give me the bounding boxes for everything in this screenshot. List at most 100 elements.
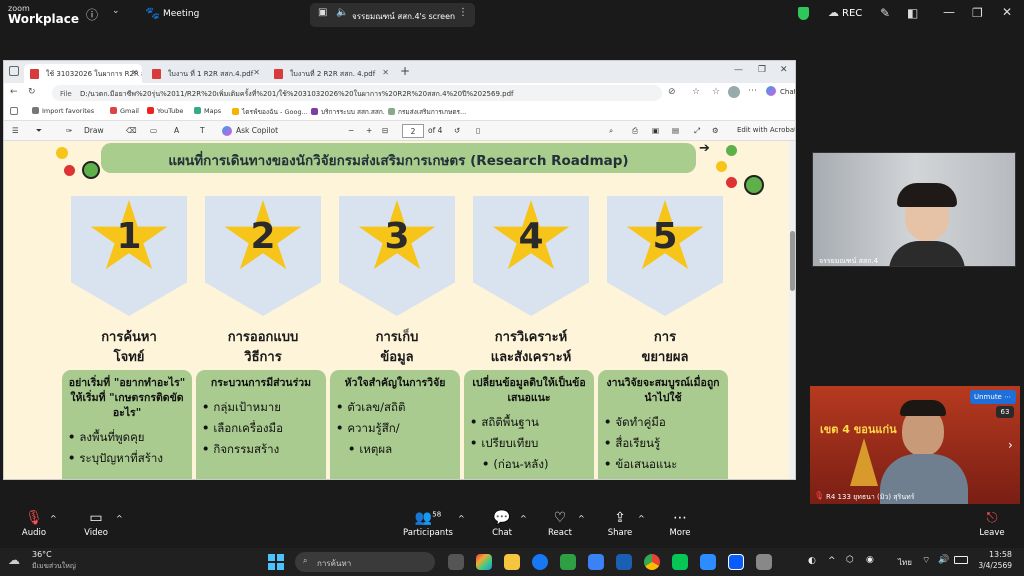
fav-youtube[interactable]: YouTube bbox=[147, 107, 183, 115]
tab-actions-icon[interactable] bbox=[9, 66, 19, 76]
chevron-up-icon[interactable]: ^ bbox=[458, 514, 465, 523]
task-view-icon[interactable] bbox=[448, 554, 464, 570]
ask-copilot-button[interactable]: Ask Copilot bbox=[236, 126, 278, 135]
draw-icon[interactable]: ✑ bbox=[66, 126, 72, 135]
meeting-label[interactable]: Meeting bbox=[163, 9, 199, 19]
chevron-up-icon[interactable]: ^ bbox=[50, 514, 57, 523]
print-icon[interactable]: ⎙ bbox=[632, 126, 638, 136]
app-icon[interactable] bbox=[756, 554, 772, 570]
battery-icon[interactable] bbox=[954, 556, 968, 564]
fullscreen-icon[interactable]: ⤢ bbox=[694, 126, 700, 136]
close-icon[interactable]: ✕ bbox=[131, 68, 138, 77]
unmute-button[interactable]: Unmute ⋯ bbox=[970, 390, 1016, 404]
fav-gmail[interactable]: Gmail bbox=[110, 107, 139, 115]
copilot-chat-button[interactable]: Chat bbox=[780, 88, 795, 96]
clock-date[interactable]: 3/4/2569 bbox=[970, 561, 1012, 570]
collections-icon[interactable]: ☆ bbox=[712, 87, 720, 97]
settings-icon[interactable]: ⚙ bbox=[712, 126, 719, 135]
tab-2[interactable]: ใบงาน ที่ 1 R2R สสก.4.pdf ✕ bbox=[146, 64, 264, 83]
close-icon[interactable]: ✕ bbox=[253, 68, 260, 77]
rec-label[interactable]: REC bbox=[842, 8, 862, 19]
info-icon[interactable]: ⓘ bbox=[86, 6, 98, 23]
fav-maps[interactable]: Maps bbox=[194, 107, 221, 115]
more-icon[interactable]: ⋮ bbox=[458, 7, 468, 18]
read-aloud-icon[interactable]: A bbox=[174, 126, 179, 135]
more-icon[interactable]: ⋯ bbox=[748, 86, 757, 96]
favorites-icon[interactable] bbox=[10, 107, 18, 115]
participant-video-1[interactable]: จรรยมณฑน์ สสก.4 bbox=[812, 152, 1016, 267]
filter-icon[interactable]: ⏷ bbox=[36, 126, 42, 136]
layout-icon[interactable]: ◧ bbox=[907, 6, 918, 20]
tab-1[interactable]: ใช้ 31032026 ในผาการ R2R สสก.4 ปี ✕ bbox=[24, 64, 142, 83]
add-text-icon[interactable]: T bbox=[200, 126, 205, 135]
address-input[interactable]: File D:/นวตก.มีอยาซีพ%20รุ่น%2011/R2R%20… bbox=[52, 85, 662, 101]
facebook-icon[interactable] bbox=[532, 554, 548, 570]
language-indicator[interactable]: ไทย bbox=[898, 556, 912, 569]
rotate-icon[interactable]: ↺ bbox=[454, 126, 460, 135]
zoom-out-icon[interactable]: − bbox=[348, 126, 354, 135]
edit-with-acrobat-button[interactable]: Edit with Acrobat bbox=[737, 126, 795, 134]
file-explorer-icon[interactable] bbox=[504, 554, 520, 570]
chevron-up-icon[interactable]: ^ bbox=[520, 514, 527, 523]
weather-temp[interactable]: 36°C bbox=[32, 550, 52, 559]
minimize-icon[interactable]: — bbox=[734, 65, 743, 75]
fav-import[interactable]: Import favorites bbox=[32, 107, 94, 115]
minimize-icon[interactable]: — bbox=[943, 5, 955, 19]
restore-icon[interactable]: ❐ bbox=[758, 65, 766, 75]
zoom-app-icon[interactable] bbox=[728, 554, 744, 570]
fav-drive[interactable]: ไดรฟ์ของฉัน - Goog... bbox=[232, 107, 308, 117]
back-icon[interactable]: ← bbox=[10, 87, 18, 97]
fav-doae[interactable]: กรมส่งเสริมการเกษตร... bbox=[388, 107, 466, 117]
chevron-up-icon[interactable]: ^ bbox=[116, 514, 123, 523]
volume-icon[interactable]: 🔊 bbox=[938, 555, 949, 565]
favorite-star-icon[interactable]: ☆ bbox=[692, 87, 700, 97]
close-icon[interactable]: ✕ bbox=[382, 68, 389, 77]
scrollbar-thumb[interactable] bbox=[790, 231, 795, 291]
page-view-icon[interactable]: ▯ bbox=[476, 126, 480, 135]
scrollbar[interactable] bbox=[789, 141, 795, 479]
close-icon[interactable]: ✕ bbox=[780, 65, 788, 75]
edge-icon[interactable] bbox=[560, 554, 576, 570]
save-icon[interactable]: ▣ bbox=[652, 126, 659, 135]
participant-video-2[interactable]: เขต 4 ขอนแก่น Unmute ⋯ 63 › 🎙 R4 133 ยุท… bbox=[810, 386, 1020, 504]
clock-time[interactable]: 13:58 bbox=[978, 550, 1012, 559]
screen-share-pill[interactable]: ▣ 🔈 จรรยมณฑน์ สสก.4's screen ⋮ bbox=[310, 3, 475, 27]
leave-button[interactable]: ⎋ Leave bbox=[962, 506, 1022, 538]
start-icon[interactable] bbox=[268, 554, 284, 570]
wifi-icon[interactable]: ⌔ bbox=[922, 555, 930, 566]
close-icon[interactable]: ✕ bbox=[1002, 5, 1012, 19]
taskbar-search-input[interactable]: ⌕ การค้นหา bbox=[295, 552, 435, 572]
tab-3[interactable]: ใบงานที่ 2 R2R สสก. 4.pdf ✕ bbox=[268, 64, 393, 83]
eraser-icon[interactable]: ⌫ bbox=[126, 126, 137, 135]
chrome-icon[interactable] bbox=[644, 554, 660, 570]
store-icon[interactable] bbox=[616, 554, 632, 570]
restore-icon[interactable]: ❐ bbox=[972, 6, 983, 20]
chevron-up-icon[interactable]: ^ bbox=[828, 556, 836, 566]
text-box-icon[interactable]: ▭ bbox=[150, 126, 157, 135]
tray-icon[interactable]: ⬡ bbox=[846, 555, 854, 565]
draw-button[interactable]: Draw bbox=[84, 126, 104, 135]
save-as-icon[interactable]: ▤ bbox=[672, 126, 679, 135]
chevron-right-icon[interactable]: › bbox=[1008, 438, 1013, 452]
excel-icon[interactable] bbox=[700, 554, 716, 570]
page-number-input[interactable]: 2 bbox=[402, 124, 424, 138]
pen-icon[interactable]: ✎ bbox=[880, 6, 890, 20]
search-icon[interactable]: ⌕ bbox=[609, 126, 613, 136]
copilot-app-icon[interactable] bbox=[476, 554, 492, 570]
profile-avatar[interactable] bbox=[728, 86, 740, 98]
new-tab-icon[interactable]: + bbox=[400, 64, 410, 78]
chevron-up-icon[interactable]: ^ bbox=[578, 514, 585, 523]
zoom-in-icon[interactable]: + bbox=[366, 126, 372, 135]
read-aloud-icon[interactable]: ⊘ bbox=[668, 87, 676, 97]
fit-page-icon[interactable]: ⊟ bbox=[382, 126, 388, 135]
line-icon[interactable] bbox=[672, 554, 688, 570]
contents-icon[interactable]: ☰ bbox=[12, 126, 19, 135]
copilot-tray-icon[interactable]: ◐ bbox=[808, 556, 816, 566]
participants-button[interactable]: 👥58 Participants bbox=[398, 506, 458, 538]
chevron-down-icon[interactable]: ⌄ bbox=[112, 6, 120, 16]
outlook-icon[interactable] bbox=[588, 554, 604, 570]
refresh-icon[interactable]: ↻ bbox=[28, 87, 36, 97]
more-button[interactable]: ⋯ More bbox=[650, 506, 710, 538]
chevron-up-icon[interactable]: ^ bbox=[638, 514, 645, 523]
tray-icon[interactable]: ◉ bbox=[866, 555, 874, 565]
